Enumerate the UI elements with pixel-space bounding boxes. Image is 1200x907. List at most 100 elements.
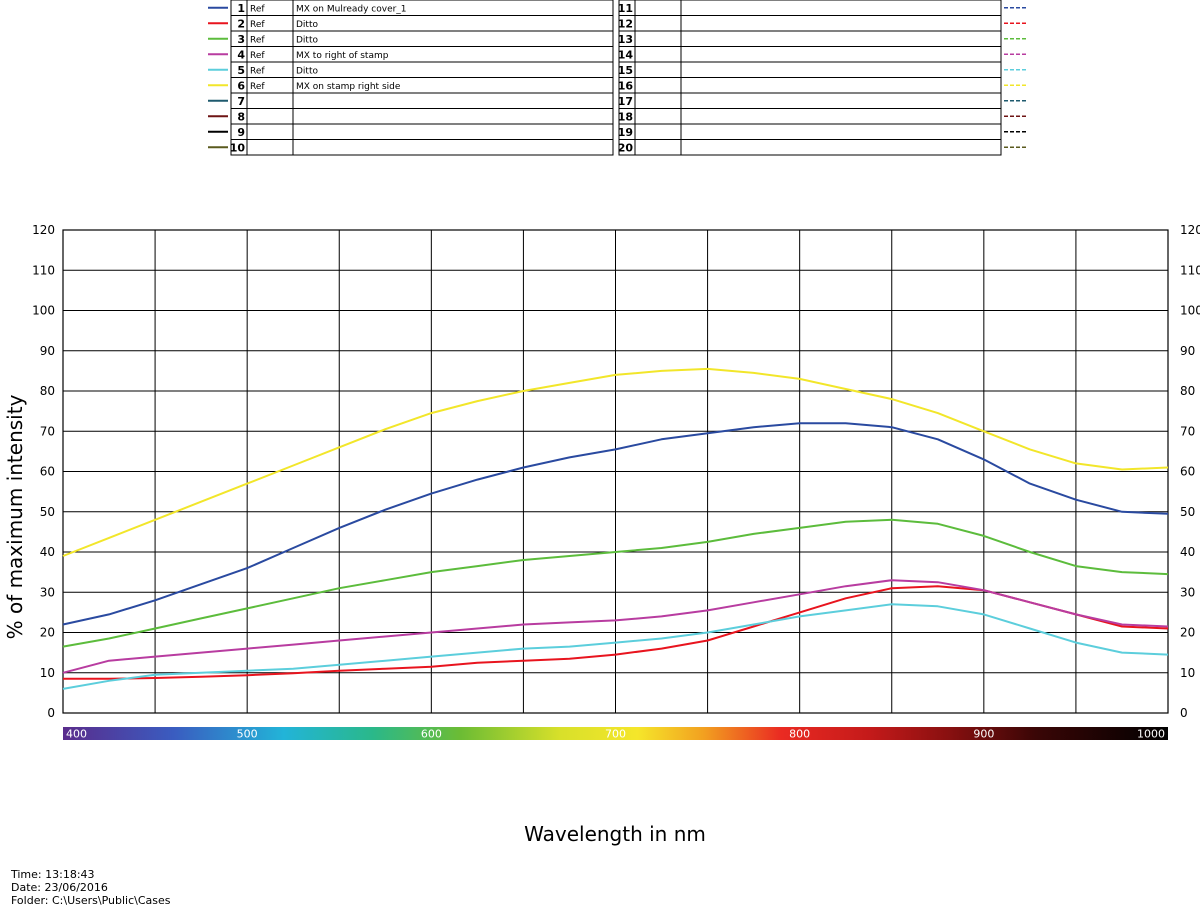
y-tick-label-right: 10 bbox=[1180, 666, 1195, 680]
y-tick-label-right: 70 bbox=[1180, 424, 1195, 438]
legend-right-row-ref-cell bbox=[634, 15, 682, 32]
legend-left-row-ref-cell bbox=[246, 123, 294, 140]
legend-right-row-ref-cell bbox=[634, 61, 682, 78]
legend-right-row-number: 12 bbox=[618, 18, 633, 31]
legend-right-row-number: 13 bbox=[618, 33, 633, 46]
legend-right-row-desc-cell bbox=[680, 61, 1002, 78]
legend-right-row-number: 17 bbox=[618, 95, 633, 108]
legend-right-row-ref-cell bbox=[634, 77, 682, 94]
x-tick-label: 400 bbox=[66, 728, 87, 741]
y-axis-title: % of maximum intensity bbox=[3, 394, 27, 639]
legend-left-row-number: 1 bbox=[237, 2, 245, 15]
y-tick-label-left: 90 bbox=[40, 344, 55, 358]
legend-right-row-desc-cell bbox=[680, 108, 1002, 125]
legend-left-row-number: 7 bbox=[237, 95, 245, 108]
legend-left-row-desc-cell bbox=[292, 30, 614, 47]
legend-left-row-ref: Ref bbox=[250, 67, 265, 77]
legend-table: 1 Ref MX on Mulready cover_1 2 Ref Ditto 3 Ref D… bbox=[208, 0, 1026, 156]
y-tick-label-left: 10 bbox=[40, 666, 55, 680]
legend-right-row-desc-cell bbox=[680, 77, 1002, 94]
y-tick-label-left: 60 bbox=[40, 465, 55, 479]
legend-left-row-number: 9 bbox=[237, 126, 245, 139]
y-tick-label-right: 50 bbox=[1180, 505, 1195, 519]
x-tick-label: 700 bbox=[605, 728, 626, 741]
legend-left-row-number: 6 bbox=[237, 80, 245, 93]
legend-left-row-description: Ditto bbox=[296, 20, 318, 30]
x-tick-label: 600 bbox=[421, 728, 442, 741]
legend-right-row-desc-cell bbox=[680, 30, 1002, 47]
legend-right-row-number: 16 bbox=[618, 80, 634, 93]
status-footer: Time: 13:18:43 Date: 23/06/2016 Folder: … bbox=[4, 855, 195, 907]
legend-left-row-number: 4 bbox=[237, 49, 245, 62]
y-tick-label-right: 110 bbox=[1180, 263, 1200, 277]
legend-right-row-number: 15 bbox=[618, 64, 633, 77]
x-tick-label: 500 bbox=[237, 728, 258, 741]
y-tick-label-right: 80 bbox=[1180, 384, 1195, 398]
legend-left-row-ref: Ref bbox=[250, 20, 265, 30]
y-tick-label-left: 20 bbox=[40, 626, 55, 640]
legend-left-row-desc-cell bbox=[292, 92, 614, 109]
legend-left-row-desc-cell bbox=[292, 15, 614, 32]
legend-right-row-number: 11 bbox=[618, 2, 633, 15]
legend-left-row-description: MX to right of stamp bbox=[296, 51, 389, 61]
legend-left-row-number: 2 bbox=[237, 18, 245, 31]
y-tick-label-left: 40 bbox=[40, 545, 55, 559]
x-axis-title: Wavelength in nm bbox=[524, 822, 706, 846]
y-tick-label-left: 0 bbox=[47, 706, 55, 720]
y-tick-label-left: 120 bbox=[32, 223, 55, 237]
y-tick-label-left: 110 bbox=[32, 263, 55, 277]
y-tick-label-right: 30 bbox=[1180, 585, 1195, 599]
legend-right-row-ref-cell bbox=[634, 30, 682, 47]
y-tick-label-left: 50 bbox=[40, 505, 55, 519]
legend-right-row-number: 20 bbox=[618, 142, 634, 155]
legend-left-row-description: Ditto bbox=[296, 67, 318, 77]
x-tick-label: 1000 bbox=[1137, 728, 1165, 741]
legend-left-row-ref: Ref bbox=[250, 5, 265, 15]
legend-left-row-number: 10 bbox=[230, 142, 246, 155]
legend-right-row-desc-cell bbox=[680, 0, 1002, 16]
footer-folder: Folder: C:\Users\Public\Cases bbox=[11, 894, 171, 907]
legend-right-row-number: 19 bbox=[618, 126, 633, 139]
legend-left-row-description: MX on stamp right side bbox=[296, 82, 401, 92]
legend-left-row-number: 3 bbox=[237, 33, 245, 46]
legend-right-row-ref-cell bbox=[634, 139, 682, 156]
legend-left-row-desc-cell bbox=[292, 139, 614, 156]
legend-left-row-ref-cell bbox=[246, 92, 294, 109]
y-tick-label-right: 120 bbox=[1180, 223, 1200, 237]
legend-right-row-ref-cell bbox=[634, 123, 682, 140]
y-tick-label-left: 100 bbox=[32, 304, 55, 318]
legend-left-row-ref: Ref bbox=[250, 36, 265, 46]
y-tick-label-left: 80 bbox=[40, 384, 55, 398]
legend-left-row-number: 8 bbox=[237, 111, 245, 124]
legend-right-row-number: 18 bbox=[618, 111, 633, 124]
legend-right-row-desc-cell bbox=[680, 15, 1002, 32]
footer-time: Time: 13:18:43 bbox=[11, 868, 95, 881]
legend-right-row-number: 14 bbox=[618, 49, 634, 62]
legend-left-row-ref-cell bbox=[246, 108, 294, 125]
spectrum-chart: 1 Ref MX on Mulready cover_1 2 Ref Ditto 3 Ref D… bbox=[3, 0, 1200, 846]
legend-left-row-desc-cell bbox=[292, 61, 614, 78]
legend-left-row-desc-cell bbox=[292, 108, 614, 125]
y-tick-label-right: 0 bbox=[1180, 706, 1188, 720]
legend-left-row-ref-cell bbox=[246, 139, 294, 156]
y-tick-label-right: 60 bbox=[1180, 465, 1195, 479]
y-tick-label-left: 70 bbox=[40, 424, 55, 438]
legend-left-row-desc-cell bbox=[292, 123, 614, 140]
legend-left-row-ref: Ref bbox=[250, 51, 265, 61]
legend-right-row-desc-cell bbox=[680, 92, 1002, 109]
legend-right-row-ref-cell bbox=[634, 108, 682, 125]
legend-right-row-desc-cell bbox=[680, 46, 1002, 63]
y-tick-label-left: 30 bbox=[40, 585, 55, 599]
legend-right-row-ref-cell bbox=[634, 92, 682, 109]
legend-right-row-ref-cell bbox=[634, 0, 682, 16]
legend-right-row-ref-cell bbox=[634, 46, 682, 63]
x-tick-label: 800 bbox=[789, 728, 810, 741]
y-tick-label-right: 20 bbox=[1180, 626, 1195, 640]
x-tick-label: 900 bbox=[973, 728, 994, 741]
legend-left-row-description: Ditto bbox=[296, 36, 318, 46]
legend-left-row-description: MX on Mulready cover_1 bbox=[296, 5, 407, 15]
y-tick-label-right: 100 bbox=[1180, 304, 1200, 318]
legend-left-row-ref: Ref bbox=[250, 82, 265, 92]
y-tick-label-right: 40 bbox=[1180, 545, 1195, 559]
legend-right-row-desc-cell bbox=[680, 123, 1002, 140]
